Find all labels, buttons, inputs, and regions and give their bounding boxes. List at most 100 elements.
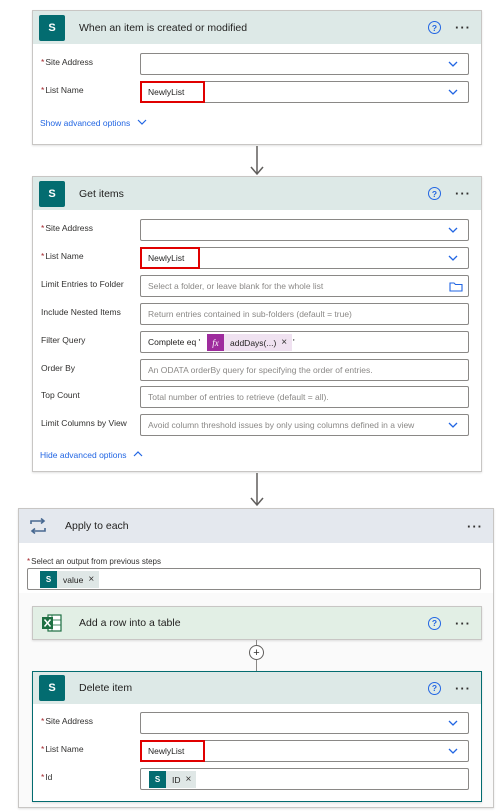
id-row: *Id S ID × (33, 768, 481, 790)
chevron-down-icon[interactable] (447, 224, 459, 236)
trigger-title: When an item is created or modified (79, 21, 248, 34)
connector-arrow (250, 146, 264, 176)
list-name-row: *List Name NewlyList (33, 740, 481, 762)
value-token[interactable]: S value × (40, 571, 100, 588)
chevron-down-icon[interactable] (447, 745, 459, 757)
loop-icon (25, 513, 51, 539)
top-count-label: Top Count (41, 390, 80, 400)
help-icon[interactable]: ? (428, 21, 441, 34)
expression-token[interactable]: fx addDays(...) × (207, 334, 293, 351)
get-items-title: Get items (79, 187, 124, 200)
list-name-row: *List Name NewlyList (33, 81, 481, 103)
hide-advanced-link[interactable]: Hide advanced options (40, 450, 143, 460)
site-address-row: *Site Address (33, 219, 481, 241)
chevron-up-icon (133, 451, 143, 457)
filter-query-row: Filter Query Complete eq ' fx addDays(..… (33, 331, 481, 353)
delete-item-title: Delete item (79, 682, 133, 694)
filter-query-input[interactable]: Complete eq ' fx addDays(...) × ' (140, 331, 469, 353)
list-name-dropdown[interactable]: NewlyList (140, 81, 469, 103)
help-icon[interactable]: ? (428, 681, 441, 695)
site-address-label: Site Address (45, 716, 94, 726)
id-input[interactable]: S ID × (140, 768, 469, 790)
site-address-row: *Site Address (33, 53, 481, 75)
site-address-label: Site Address (45, 223, 94, 233)
limit-folder-row: Limit Entries to Folder Select a folder,… (33, 275, 481, 297)
filter-prefix: Complete eq ' (148, 337, 201, 347)
output-label: Select an output from previous steps (31, 557, 161, 566)
sharepoint-icon: S (39, 180, 65, 207)
nested-items-row: Include Nested Items Return entries cont… (33, 303, 481, 325)
list-name-dropdown[interactable]: NewlyList (140, 247, 469, 269)
sharepoint-icon: S (39, 675, 65, 701)
chevron-down-icon[interactable] (447, 252, 459, 264)
list-name-value: NewlyList (148, 746, 185, 756)
expression-label: addDays(...) (230, 337, 277, 348)
limit-view-dropdown[interactable]: Avoid column threshold issues by only us… (140, 414, 469, 436)
help-icon[interactable]: ? (428, 187, 441, 200)
id-label: Id (45, 772, 53, 782)
remove-token-icon[interactable]: × (186, 774, 192, 785)
nested-items-placeholder: Return entries contained in sub-folders … (148, 309, 352, 319)
folder-icon[interactable] (449, 281, 463, 292)
add-row-header[interactable]: Add a row into a table ? ··· (33, 607, 481, 639)
id-token-label: ID (172, 774, 181, 785)
trigger-header[interactable]: S When an item is created or modified ? … (33, 11, 481, 44)
show-advanced-label: Show advanced options (40, 118, 131, 128)
get-items-header[interactable]: S Get items ? ··· (33, 177, 481, 210)
list-name-dropdown[interactable]: NewlyList (140, 740, 469, 762)
delete-item-header[interactable]: S Delete item ? ··· (33, 672, 481, 704)
chevron-down-icon[interactable] (447, 86, 459, 98)
apply-to-each-header[interactable]: Apply to each ··· (19, 509, 493, 543)
delete-item-card: S Delete item ? ··· *Site Address *List … (32, 671, 482, 802)
site-address-dropdown[interactable] (140, 712, 469, 734)
get-items-card: S Get items ? ··· *Site Address *List Na… (32, 176, 482, 472)
filter-suffix: ' (293, 337, 295, 347)
output-input[interactable]: S value × (27, 568, 481, 590)
value-token-label: value (63, 574, 84, 585)
site-address-dropdown[interactable] (140, 53, 469, 75)
add-row-title: Add a row into a table (79, 617, 181, 629)
chevron-down-icon[interactable] (447, 419, 459, 431)
fx-icon: fx (207, 334, 224, 351)
top-count-placeholder: Total number of entries to retrieve (def… (148, 392, 329, 402)
limit-folder-placeholder: Select a folder, or leave blank for the … (148, 281, 324, 291)
help-icon[interactable]: ? (428, 616, 441, 630)
site-address-label: Site Address (45, 57, 94, 67)
nested-items-dropdown[interactable]: Return entries contained in sub-folders … (140, 303, 469, 325)
list-name-row: *List Name NewlyList (33, 247, 481, 269)
limit-view-placeholder: Avoid column threshold issues by only us… (148, 420, 415, 430)
trigger-card: S When an item is created or modified ? … (32, 10, 482, 145)
connector-arrow (250, 473, 264, 507)
chevron-down-icon[interactable] (447, 58, 459, 70)
top-count-input[interactable]: Total number of entries to retrieve (def… (140, 386, 469, 408)
filter-query-label: Filter Query (41, 335, 86, 345)
site-address-row: *Site Address (33, 712, 481, 734)
order-by-placeholder: An ODATA orderBy query for specifying th… (148, 365, 373, 375)
more-icon[interactable]: ··· (455, 20, 471, 35)
remove-token-icon[interactable]: × (88, 574, 94, 585)
more-icon[interactable]: ··· (467, 519, 483, 534)
excel-icon (39, 610, 65, 636)
apply-to-each-body: *Select an output from previous steps S … (19, 543, 493, 593)
remove-token-icon[interactable]: × (281, 337, 287, 348)
order-by-row: Order By An ODATA orderBy query for spec… (33, 359, 481, 381)
more-icon[interactable]: ··· (455, 186, 471, 201)
sharepoint-icon: S (40, 571, 57, 588)
site-address-dropdown[interactable] (140, 219, 469, 241)
show-advanced-link[interactable]: Show advanced options (40, 118, 147, 128)
limit-folder-label: Limit Entries to Folder (41, 279, 124, 289)
list-name-label: List Name (45, 744, 84, 754)
id-token[interactable]: S ID × (149, 771, 197, 788)
plus-icon[interactable]: + (249, 645, 264, 660)
limit-folder-input[interactable]: Select a folder, or leave blank for the … (140, 275, 469, 297)
chevron-down-icon[interactable] (447, 717, 459, 729)
sharepoint-icon: S (149, 771, 166, 788)
more-icon[interactable]: ··· (455, 616, 471, 631)
hide-advanced-label: Hide advanced options (40, 450, 127, 460)
apply-to-each-title: Apply to each (65, 520, 129, 532)
more-icon[interactable]: ··· (455, 681, 471, 696)
limit-view-row: Limit Columns by View Avoid column thres… (33, 414, 481, 436)
list-name-label: List Name (45, 85, 84, 95)
order-by-input[interactable]: An ODATA orderBy query for specifying th… (140, 359, 469, 381)
list-name-value: NewlyList (148, 87, 185, 97)
